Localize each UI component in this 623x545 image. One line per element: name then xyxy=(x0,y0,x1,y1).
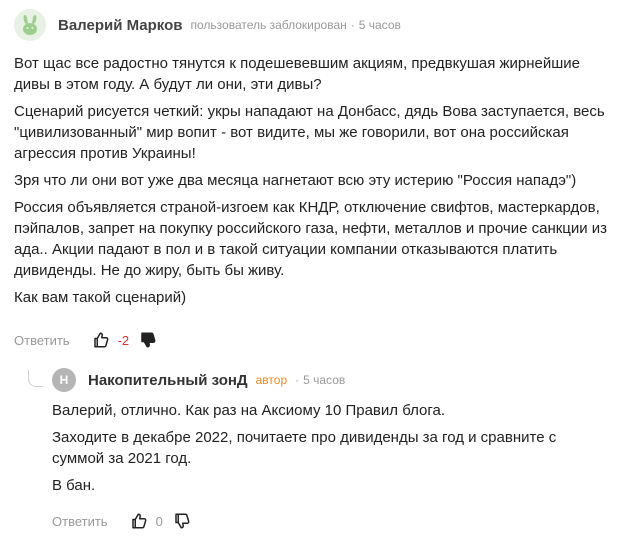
bunny-avatar-icon[interactable] xyxy=(14,9,46,41)
author-badge: автор xyxy=(255,373,288,387)
meta-separator: · xyxy=(295,373,300,387)
thread-connector xyxy=(28,370,43,387)
reply-actions: Ответить 0 xyxy=(52,512,191,530)
comment-paragraph: Зря что ли они вот уже два месяца нагнет… xyxy=(14,172,577,189)
reply-body: Валерий, отлично. Как раз на Аксиому 10 … xyxy=(52,400,612,502)
reply-paragraph: Заходите в декабре 2022, почитаете про д… xyxy=(52,429,557,467)
comment-actions: Ответить -2 xyxy=(14,331,157,349)
comment-body: Вот щас все радостно тянутся к подешевев… xyxy=(14,53,614,314)
thumbs-up-icon[interactable] xyxy=(130,512,148,530)
thumbs-down-icon[interactable] xyxy=(139,331,157,349)
comment-time[interactable]: 5 часов xyxy=(359,18,401,32)
user-status: пользователь заблокирован xyxy=(190,18,347,32)
comment-header: Валерий Марков пользователь заблокирован… xyxy=(14,8,401,42)
reply-meta: · 5 часов xyxy=(291,373,345,387)
comment-meta: пользователь заблокирован · 5 часов xyxy=(191,18,401,32)
thumbs-up-icon[interactable] xyxy=(92,331,110,349)
comment-paragraph: Россия объявляется страной-изгоем как КН… xyxy=(14,199,608,279)
reply-time[interactable]: 5 часов xyxy=(303,373,345,387)
reply-score: 0 xyxy=(155,513,163,529)
reply-paragraph: Валерий, отлично. Как раз на Аксиому 10 … xyxy=(52,402,446,419)
comment-author-name[interactable]: Валерий Марков xyxy=(58,17,183,34)
reply-button[interactable]: Ответить xyxy=(14,333,70,348)
reply-header: Н Накопительный зонД автор · 5 часов xyxy=(52,367,345,393)
reply-author-name[interactable]: Накопительный зонД xyxy=(88,372,248,389)
reply-paragraph: В бан. xyxy=(52,477,96,494)
comment-paragraph: Как вам такой сценарий) xyxy=(14,289,187,306)
comment-score: -2 xyxy=(117,332,130,348)
comment-paragraph: Сценарий рисуется четкий: укры нападают … xyxy=(14,103,605,162)
meta-separator: · xyxy=(350,18,355,32)
thumbs-down-icon[interactable] xyxy=(173,512,191,530)
reply-button[interactable]: Ответить xyxy=(52,514,108,529)
avatar[interactable]: Н xyxy=(52,368,76,392)
comment-paragraph: Вот щас все радостно тянутся к подешевев… xyxy=(14,55,581,93)
